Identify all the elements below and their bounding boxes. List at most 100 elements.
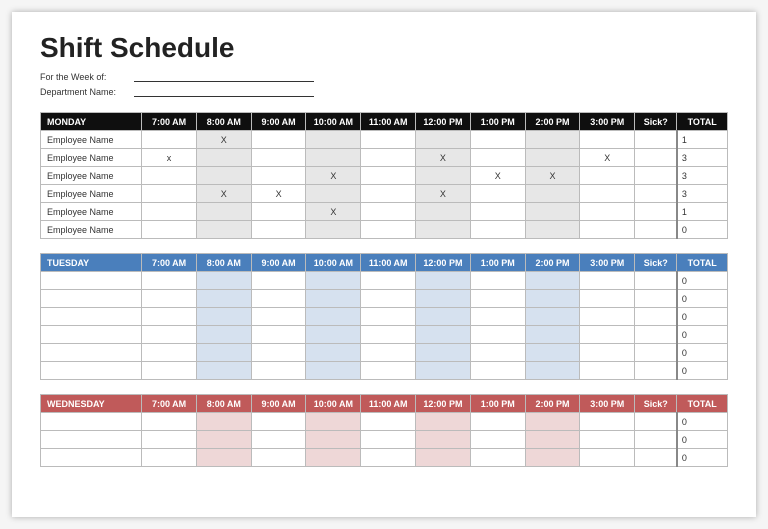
shift-cell[interactable] bbox=[251, 344, 306, 362]
shift-cell[interactable] bbox=[525, 362, 580, 380]
shift-cell[interactable] bbox=[416, 308, 471, 326]
shift-cell[interactable] bbox=[470, 203, 525, 221]
shift-cell[interactable] bbox=[361, 431, 416, 449]
shift-cell[interactable] bbox=[416, 362, 471, 380]
shift-cell[interactable] bbox=[142, 203, 197, 221]
employee-name-cell[interactable]: Employee Name bbox=[41, 185, 142, 203]
employee-name-cell[interactable] bbox=[41, 344, 142, 362]
shift-cell[interactable] bbox=[525, 203, 580, 221]
shift-cell[interactable] bbox=[470, 431, 525, 449]
shift-cell[interactable] bbox=[361, 413, 416, 431]
shift-cell[interactable] bbox=[361, 167, 416, 185]
shift-cell[interactable] bbox=[251, 290, 306, 308]
shift-cell[interactable] bbox=[470, 149, 525, 167]
shift-cell[interactable] bbox=[580, 344, 635, 362]
shift-cell[interactable] bbox=[361, 449, 416, 467]
shift-cell[interactable] bbox=[251, 308, 306, 326]
shift-cell[interactable] bbox=[306, 221, 361, 239]
shift-cell[interactable] bbox=[196, 431, 251, 449]
shift-cell[interactable] bbox=[525, 185, 580, 203]
shift-cell[interactable] bbox=[416, 167, 471, 185]
sick-cell[interactable] bbox=[635, 344, 677, 362]
sick-cell[interactable] bbox=[635, 326, 677, 344]
employee-name-cell[interactable] bbox=[41, 290, 142, 308]
shift-cell[interactable] bbox=[361, 185, 416, 203]
shift-cell[interactable] bbox=[306, 431, 361, 449]
sick-cell[interactable] bbox=[635, 131, 677, 149]
shift-cell[interactable] bbox=[470, 131, 525, 149]
shift-cell[interactable] bbox=[306, 362, 361, 380]
shift-cell[interactable] bbox=[525, 308, 580, 326]
shift-cell[interactable] bbox=[416, 272, 471, 290]
shift-cell[interactable] bbox=[251, 131, 306, 149]
shift-cell[interactable] bbox=[142, 221, 197, 239]
shift-cell[interactable] bbox=[580, 413, 635, 431]
shift-cell[interactable] bbox=[470, 290, 525, 308]
shift-cell[interactable]: X bbox=[306, 167, 361, 185]
sick-cell[interactable] bbox=[635, 362, 677, 380]
shift-cell[interactable] bbox=[196, 344, 251, 362]
shift-cell[interactable] bbox=[306, 290, 361, 308]
shift-cell[interactable] bbox=[196, 221, 251, 239]
shift-cell[interactable] bbox=[251, 203, 306, 221]
shift-cell[interactable] bbox=[525, 290, 580, 308]
shift-cell[interactable] bbox=[525, 131, 580, 149]
shift-cell[interactable] bbox=[361, 221, 416, 239]
shift-cell[interactable] bbox=[142, 185, 197, 203]
shift-cell[interactable] bbox=[142, 413, 197, 431]
shift-cell[interactable] bbox=[306, 308, 361, 326]
employee-name-cell[interactable]: Employee Name bbox=[41, 131, 142, 149]
shift-cell[interactable] bbox=[580, 221, 635, 239]
shift-cell[interactable]: X bbox=[416, 185, 471, 203]
shift-cell[interactable] bbox=[525, 326, 580, 344]
sick-cell[interactable] bbox=[635, 413, 677, 431]
shift-cell[interactable] bbox=[251, 362, 306, 380]
shift-cell[interactable]: X bbox=[251, 185, 306, 203]
sick-cell[interactable] bbox=[635, 149, 677, 167]
shift-cell[interactable] bbox=[306, 185, 361, 203]
week-input-line[interactable] bbox=[134, 70, 314, 82]
shift-cell[interactable] bbox=[196, 413, 251, 431]
shift-cell[interactable] bbox=[142, 290, 197, 308]
shift-cell[interactable] bbox=[361, 326, 416, 344]
shift-cell[interactable] bbox=[580, 431, 635, 449]
shift-cell[interactable] bbox=[580, 131, 635, 149]
shift-cell[interactable] bbox=[580, 272, 635, 290]
shift-cell[interactable] bbox=[196, 203, 251, 221]
shift-cell[interactable] bbox=[361, 362, 416, 380]
shift-cell[interactable] bbox=[251, 326, 306, 344]
shift-cell[interactable] bbox=[361, 131, 416, 149]
shift-cell[interactable] bbox=[361, 272, 416, 290]
sick-cell[interactable] bbox=[635, 290, 677, 308]
employee-name-cell[interactable] bbox=[41, 413, 142, 431]
employee-name-cell[interactable] bbox=[41, 431, 142, 449]
shift-cell[interactable] bbox=[251, 449, 306, 467]
shift-cell[interactable] bbox=[525, 149, 580, 167]
shift-cell[interactable] bbox=[196, 167, 251, 185]
shift-cell[interactable] bbox=[470, 326, 525, 344]
shift-cell[interactable] bbox=[306, 272, 361, 290]
shift-cell[interactable] bbox=[580, 167, 635, 185]
shift-cell[interactable] bbox=[361, 290, 416, 308]
sick-cell[interactable] bbox=[635, 167, 677, 185]
shift-cell[interactable] bbox=[470, 344, 525, 362]
shift-cell[interactable] bbox=[416, 431, 471, 449]
shift-cell[interactable] bbox=[416, 203, 471, 221]
shift-cell[interactable] bbox=[251, 167, 306, 185]
shift-cell[interactable] bbox=[416, 221, 471, 239]
shift-cell[interactable] bbox=[580, 449, 635, 467]
sick-cell[interactable] bbox=[635, 203, 677, 221]
shift-cell[interactable]: X bbox=[416, 149, 471, 167]
shift-cell[interactable] bbox=[416, 131, 471, 149]
shift-cell[interactable] bbox=[361, 203, 416, 221]
shift-cell[interactable] bbox=[416, 326, 471, 344]
shift-cell[interactable] bbox=[251, 413, 306, 431]
sick-cell[interactable] bbox=[635, 449, 677, 467]
shift-cell[interactable] bbox=[361, 344, 416, 362]
shift-cell[interactable] bbox=[196, 149, 251, 167]
employee-name-cell[interactable]: Employee Name bbox=[41, 203, 142, 221]
shift-cell[interactable] bbox=[196, 272, 251, 290]
shift-cell[interactable] bbox=[525, 344, 580, 362]
shift-cell[interactable]: X bbox=[196, 185, 251, 203]
shift-cell[interactable] bbox=[470, 308, 525, 326]
